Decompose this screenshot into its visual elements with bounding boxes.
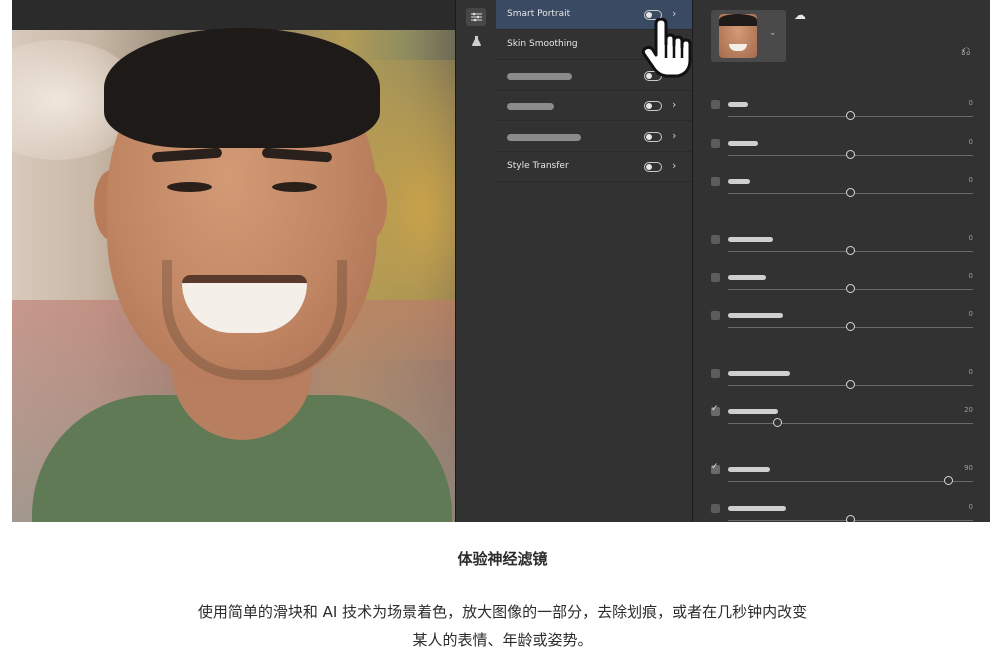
slider-checkbox[interactable] xyxy=(711,369,720,378)
filter-item-placeholder[interactable]: › xyxy=(496,122,692,152)
slider-row: 0 xyxy=(693,503,990,522)
filter-item-style-transfer[interactable]: Style Transfer › xyxy=(496,152,692,182)
slider-value: 0 xyxy=(968,234,973,242)
filter-label: Smart Portrait xyxy=(507,9,571,19)
slider-label-placeholder xyxy=(728,409,778,414)
slider-label-placeholder xyxy=(728,141,758,146)
slider-value: 0 xyxy=(968,138,973,146)
slider-row: 90 xyxy=(693,462,990,503)
filter-label: Skin Smoothing xyxy=(507,39,578,49)
slider-checkbox[interactable] xyxy=(711,273,720,282)
slider-checkbox[interactable] xyxy=(711,311,720,320)
slider-value: 20 xyxy=(964,406,973,414)
caption-title: 体验神经滤镜 xyxy=(457,550,548,568)
slider-track[interactable] xyxy=(728,423,973,424)
settings-panel: ⌄ ☁ ⎌ 0 0 0 0 0 0 0 ✓ 20 ✓ 90 0 xyxy=(693,0,990,522)
chevron-right-icon[interactable]: › xyxy=(672,98,676,111)
slider-checkbox[interactable] xyxy=(711,139,720,148)
hand-pointer-icon xyxy=(640,17,700,80)
caption-body: 使用简单的滑块和 AI 技术为场景着色，放大图像的一部分，去除划痕，或者在几秒钟… xyxy=(170,598,835,654)
chevron-right-icon[interactable]: › xyxy=(672,129,676,142)
slider-value: 0 xyxy=(968,99,973,107)
slider-value: 0 xyxy=(968,272,973,280)
slider-knob[interactable] xyxy=(846,150,855,159)
slider-row: 0 xyxy=(693,99,990,138)
slider-row: 0 xyxy=(693,310,990,349)
slider-label-placeholder xyxy=(728,275,766,280)
slider-knob[interactable] xyxy=(846,111,855,120)
slider-checkbox[interactable] xyxy=(711,504,720,513)
slider-knob[interactable] xyxy=(846,380,855,389)
chevron-down-icon[interactable]: ⌄ xyxy=(769,28,777,38)
reset-icon[interactable]: ⎌ xyxy=(961,44,971,59)
filter-toggle[interactable] xyxy=(644,162,662,172)
filter-label-placeholder xyxy=(507,134,581,141)
slider-track[interactable] xyxy=(728,481,973,482)
flask-icon[interactable] xyxy=(466,32,486,50)
caption-line: 使用简单的滑块和 AI 技术为场景着色，放大图像的一部分，去除划痕，或者在几秒钟… xyxy=(197,603,808,621)
slider-checkbox[interactable] xyxy=(711,177,720,186)
sliders-icon[interactable] xyxy=(466,8,486,26)
slider-row: 0 xyxy=(693,138,990,177)
slider-knob[interactable] xyxy=(846,284,855,293)
cloud-icon: ☁ xyxy=(794,8,806,22)
slider-knob[interactable] xyxy=(846,515,855,522)
slider-knob[interactable] xyxy=(772,418,782,427)
filter-item-placeholder[interactable]: › xyxy=(496,91,692,121)
slider-value: 0 xyxy=(968,176,973,184)
slider-checkbox[interactable] xyxy=(711,404,720,416)
slider-label-placeholder xyxy=(728,506,786,511)
tool-strip xyxy=(455,0,497,522)
slider-knob[interactable] xyxy=(846,322,855,331)
slider-label-placeholder xyxy=(728,179,750,184)
filter-toggle[interactable] xyxy=(644,132,662,142)
caption-line: 某人的表情、年龄或姿势。 xyxy=(412,631,593,649)
slider-value: 0 xyxy=(968,503,973,511)
slider-label-placeholder xyxy=(728,102,748,107)
slider-row: 0 xyxy=(693,176,990,215)
slider-knob[interactable] xyxy=(944,476,953,485)
slider-label-placeholder xyxy=(728,371,790,376)
slider-knob[interactable] xyxy=(846,246,855,255)
neural-filters-screenshot: Smart Portrait › Skin Smoothing › › Styl… xyxy=(12,0,990,522)
slider-label-placeholder xyxy=(728,313,783,318)
slider-value: 0 xyxy=(968,310,973,318)
portrait-photo xyxy=(12,0,455,522)
slider-checkbox[interactable] xyxy=(711,462,720,474)
slider-label-placeholder xyxy=(728,467,770,472)
slider-value: 90 xyxy=(964,464,973,472)
slider-row: 0 xyxy=(693,368,990,407)
filter-label-placeholder xyxy=(507,73,572,80)
filter-label: Style Transfer xyxy=(507,161,569,171)
face-thumbnail xyxy=(719,14,757,58)
filter-label-placeholder xyxy=(507,103,554,110)
slider-checkbox[interactable] xyxy=(711,235,720,244)
chevron-right-icon[interactable]: › xyxy=(672,159,676,172)
filter-toggle[interactable] xyxy=(644,101,662,111)
slider-row: 0 xyxy=(693,272,990,311)
face-selector[interactable]: ⌄ xyxy=(711,10,786,62)
slider-row: 0 xyxy=(693,234,990,273)
slider-label-placeholder xyxy=(728,237,773,242)
slider-row: 20 xyxy=(693,404,990,445)
slider-knob[interactable] xyxy=(846,188,855,197)
slider-value: 0 xyxy=(968,368,973,376)
slider-checkbox[interactable] xyxy=(711,100,720,109)
